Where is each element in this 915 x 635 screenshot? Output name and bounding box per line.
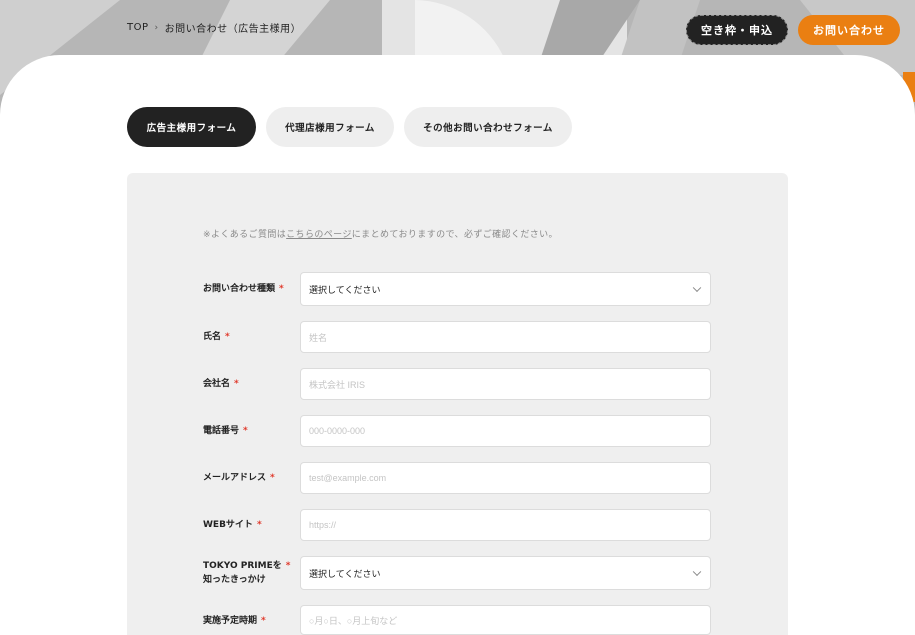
form-row-name: 氏名 * 姓名	[203, 321, 711, 353]
name-input[interactable]: 姓名	[300, 321, 711, 353]
form-row-email: メールアドレス * test@example.com	[203, 462, 711, 494]
required-mark: *	[256, 520, 262, 530]
required-mark: *	[225, 332, 230, 342]
schedule-input[interactable]: ○月○日、○月上旬など	[300, 605, 711, 635]
website-label: WEBサイト *	[203, 518, 262, 532]
form-row-phone: 電話番号 * 000-0000-000	[203, 415, 711, 447]
form-row-schedule: 実施予定時期 * ○月○日、○月上旬など	[203, 605, 711, 635]
email-label-text: メールアドレス	[203, 473, 267, 483]
name-label: 氏名 *	[203, 330, 230, 344]
phone-label-text: 電話番号	[203, 426, 240, 436]
email-label: メールアドレス *	[203, 471, 275, 485]
form-row-inquiry-type: お問い合わせ種類 * 選択してください	[203, 272, 711, 306]
inquiry-type-label-text: お問い合わせ種類	[203, 284, 276, 294]
inquiry-type-label: お問い合わせ種類 *	[203, 282, 284, 296]
schedule-label-text: 実施予定時期	[203, 616, 258, 626]
email-input[interactable]: test@example.com	[300, 462, 711, 494]
inquiry-type-value: 選択してください	[309, 285, 381, 296]
form-row-source: TOKYO PRIMEを * 知ったきっかけ 選択してください	[203, 556, 711, 590]
website-input[interactable]: https://	[300, 509, 711, 541]
breadcrumb-home-link[interactable]: TOP	[127, 22, 149, 33]
phone-label: 電話番号 *	[203, 424, 248, 438]
faq-page-link[interactable]: こちらのページ	[286, 230, 352, 240]
company-label-text: 会社名	[203, 379, 231, 389]
form-row-company: 会社名 * 株式会社 IRIS	[203, 368, 711, 400]
required-mark: *	[243, 426, 248, 436]
source-label-line1: TOKYO PRIMEを	[203, 561, 282, 571]
form-type-tabs: 広告主様用フォーム 代理店様用フォーム その他お問い合わせフォーム	[127, 107, 572, 147]
tab-other-form[interactable]: その他お問い合わせフォーム	[404, 107, 572, 147]
required-mark: *	[234, 379, 239, 389]
tab-agency-form[interactable]: 代理店様用フォーム	[266, 107, 394, 147]
page-header: TOP › お問い合わせ（広告主様用） 空き枠・申込 お問い合わせ	[0, 0, 915, 60]
chevron-right-icon: ›	[154, 22, 159, 33]
breadcrumb: TOP › お問い合わせ（広告主様用）	[127, 20, 301, 35]
source-value: 選択してください	[309, 569, 381, 580]
schedule-label: 実施予定時期 *	[203, 614, 266, 628]
slot-apply-button[interactable]: 空き枠・申込	[686, 15, 788, 45]
required-mark: *	[279, 284, 284, 294]
inquiry-type-select[interactable]: 選択してください	[300, 272, 711, 306]
company-label: 会社名 *	[203, 377, 239, 391]
notice-suffix: にまとめておりますので、必ずご確認ください。	[351, 230, 558, 240]
company-input[interactable]: 株式会社 IRIS	[300, 368, 711, 400]
tab-advertiser-form[interactable]: 広告主様用フォーム	[127, 107, 256, 147]
name-label-text: 氏名	[203, 332, 222, 342]
website-label-text: WEBサイト	[203, 520, 253, 530]
phone-input[interactable]: 000-0000-000	[300, 415, 711, 447]
source-label: TOKYO PRIMEを * 知ったきっかけ	[203, 559, 290, 587]
required-mark: *	[270, 473, 275, 483]
contact-button[interactable]: お問い合わせ	[798, 15, 900, 45]
source-select[interactable]: 選択してください	[300, 556, 711, 590]
faq-notice: ※よくあるご質問はこちらのページにまとめておりますので、必ずご確認ください。	[203, 227, 558, 240]
breadcrumb-current: お問い合わせ（広告主様用）	[164, 24, 302, 35]
required-mark: *	[285, 561, 291, 571]
form-row-website: WEBサイト * https://	[203, 509, 711, 541]
chevron-down-icon	[692, 283, 702, 293]
notice-prefix: ※よくあるご質問は	[203, 230, 287, 240]
chevron-down-icon	[692, 567, 702, 577]
source-label-line2: 知ったきっかけ	[203, 575, 266, 585]
required-mark: *	[261, 616, 266, 626]
